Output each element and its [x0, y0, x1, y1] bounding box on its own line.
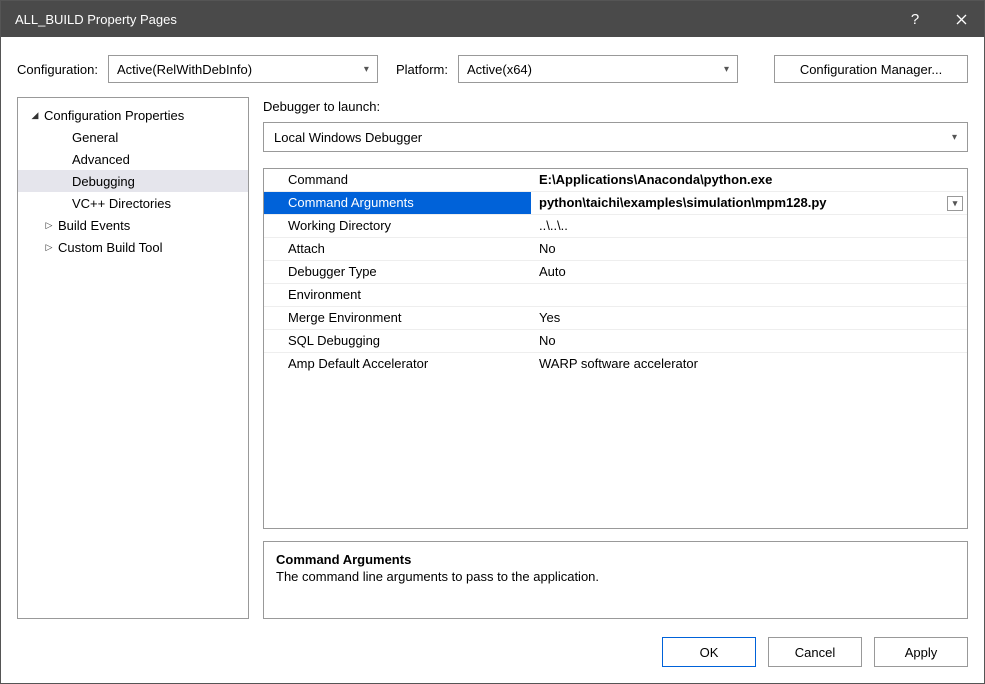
property-row[interactable]: AttachNo — [264, 238, 967, 261]
property-key: Command Arguments — [264, 192, 531, 214]
chevron-down-icon: ▾ — [364, 64, 369, 75]
configuration-manager-button[interactable]: Configuration Manager... — [774, 55, 968, 83]
cancel-button[interactable]: Cancel — [768, 637, 862, 667]
titlebar: ALL_BUILD Property Pages ? — [1, 1, 984, 37]
platform-value: Active(x64) — [467, 62, 718, 77]
description-box: Command Arguments The command line argum… — [263, 541, 968, 619]
tree-item-label: VC++ Directories — [56, 196, 171, 211]
footer: OK Cancel Apply — [1, 631, 984, 683]
property-value[interactable]: python\taichi\examples\simulation\mpm128… — [531, 192, 967, 214]
tree-item-vc-directories[interactable]: VC++ Directories — [18, 192, 248, 214]
property-row[interactable]: Working Directory..\..\.. — [264, 215, 967, 238]
property-row[interactable]: Environment — [264, 284, 967, 307]
expand-icon[interactable]: ▷ — [42, 220, 56, 231]
debugger-launch-combo[interactable]: Local Windows Debugger ▾ — [263, 122, 968, 152]
body: ◢ Configuration Properties General Advanc… — [1, 97, 984, 631]
help-button[interactable]: ? — [892, 1, 938, 37]
property-grid: CommandE:\Applications\Anaconda\python.e… — [263, 168, 968, 529]
chevron-down-icon: ▾ — [724, 64, 729, 75]
property-value[interactable]: WARP software accelerator — [531, 353, 967, 376]
expand-icon[interactable]: ◢ — [28, 110, 42, 121]
debugger-launch-value: Local Windows Debugger — [274, 130, 422, 145]
help-icon: ? — [911, 11, 919, 28]
configuration-value: Active(RelWithDebInfo) — [117, 62, 358, 77]
property-value[interactable]: E:\Applications\Anaconda\python.exe — [531, 169, 967, 191]
tree-panel[interactable]: ◢ Configuration Properties General Advanc… — [17, 97, 249, 619]
property-key: Amp Default Accelerator — [264, 353, 531, 376]
property-key: Command — [264, 169, 531, 191]
right-panel: Debugger to launch: Local Windows Debugg… — [263, 97, 968, 619]
window-title: ALL_BUILD Property Pages — [15, 12, 892, 27]
property-value[interactable] — [531, 284, 967, 306]
toolbar: Configuration: Active(RelWithDebInfo) ▾ … — [1, 37, 984, 97]
tree-item-label: Build Events — [56, 218, 130, 233]
tree-item-advanced[interactable]: Advanced — [18, 148, 248, 170]
property-row[interactable]: Command Argumentspython\taichi\examples\… — [264, 192, 967, 215]
tree-item-build-events[interactable]: ▷Build Events — [18, 214, 248, 236]
platform-label: Platform: — [396, 62, 448, 77]
property-value[interactable]: No — [531, 238, 967, 260]
configuration-label: Configuration: — [17, 62, 98, 77]
ok-button[interactable]: OK — [662, 637, 756, 667]
property-value[interactable]: ..\..\.. — [531, 215, 967, 237]
property-key: Environment — [264, 284, 531, 306]
property-row[interactable]: Debugger TypeAuto — [264, 261, 967, 284]
chevron-down-icon[interactable]: ▾ — [947, 196, 963, 211]
tree-root[interactable]: ◢ Configuration Properties — [18, 104, 248, 126]
chevron-down-icon: ▾ — [952, 132, 957, 143]
tree-item-custom-build-tool[interactable]: ▷Custom Build Tool — [18, 236, 248, 258]
description-text: The command line arguments to pass to th… — [276, 569, 955, 584]
platform-combo[interactable]: Active(x64) ▾ — [458, 55, 738, 83]
property-value[interactable]: Auto — [531, 261, 967, 283]
property-row[interactable]: SQL DebuggingNo — [264, 330, 967, 353]
tree-item-debugging[interactable]: Debugging — [18, 170, 248, 192]
property-pages-dialog: ALL_BUILD Property Pages ? Configuration… — [0, 0, 985, 684]
description-title: Command Arguments — [276, 552, 955, 567]
tree-item-label: Advanced — [56, 152, 130, 167]
property-row[interactable]: Amp Default AcceleratorWARP software acc… — [264, 353, 967, 376]
property-value[interactable]: No — [531, 330, 967, 352]
tree-item-label: General — [56, 130, 118, 145]
property-key: SQL Debugging — [264, 330, 531, 352]
apply-button[interactable]: Apply — [874, 637, 968, 667]
titlebar-actions: ? — [892, 1, 984, 37]
tree-item-label: Debugging — [56, 174, 135, 189]
expand-icon[interactable]: ▷ — [42, 242, 56, 253]
property-key: Attach — [264, 238, 531, 260]
debugger-launch-label: Debugger to launch: — [263, 97, 968, 122]
tree-item-general[interactable]: General — [18, 126, 248, 148]
property-key: Merge Environment — [264, 307, 531, 329]
property-row[interactable]: Merge EnvironmentYes — [264, 307, 967, 330]
property-value[interactable]: Yes — [531, 307, 967, 329]
tree-item-label: Custom Build Tool — [56, 240, 163, 255]
property-grid-rows[interactable]: CommandE:\Applications\Anaconda\python.e… — [264, 169, 967, 528]
property-row[interactable]: CommandE:\Applications\Anaconda\python.e… — [264, 169, 967, 192]
property-key: Debugger Type — [264, 261, 531, 283]
close-button[interactable] — [938, 1, 984, 37]
configuration-combo[interactable]: Active(RelWithDebInfo) ▾ — [108, 55, 378, 83]
close-icon — [956, 14, 967, 25]
property-key: Working Directory — [264, 215, 531, 237]
